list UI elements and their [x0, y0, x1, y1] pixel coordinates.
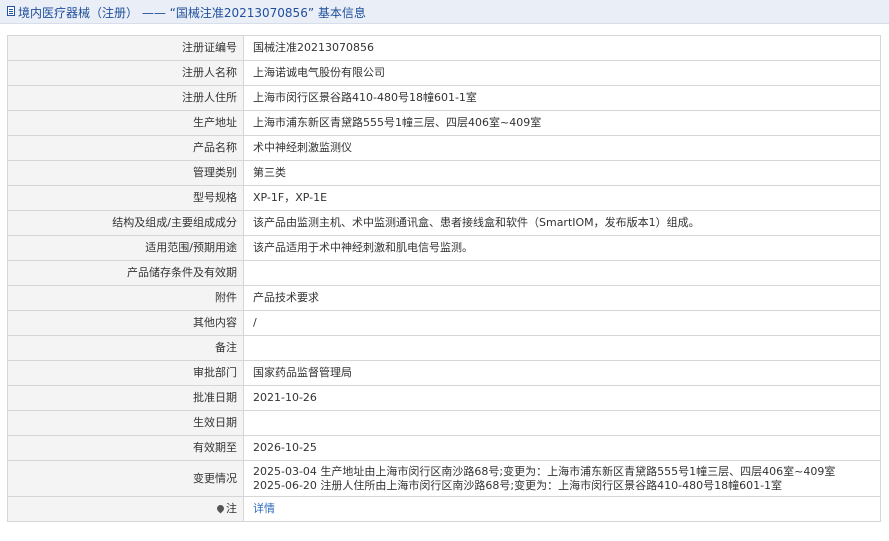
change-entry: 2025-06-20 注册人住所由上海市闵行区南沙路68号;变更为：上海市闵行区…: [253, 478, 783, 492]
field-value: 国械注准20213070856: [243, 35, 881, 61]
field-label: 产品名称: [7, 135, 244, 161]
field-value: XP-1F，XP-1E: [243, 185, 881, 211]
field-label: 产品储存条件及有效期: [7, 260, 244, 286]
table-row: 备注: [7, 335, 881, 361]
change-history-row: 变更情况 2025-03-04 生产地址由上海市闵行区南沙路68号;变更为：上海…: [7, 460, 881, 497]
table-row: 批准日期 2021-10-26: [7, 385, 881, 411]
info-table: 注册证编号 国械注准20213070856 注册人名称 上海诺诚电气股份有限公司…: [7, 35, 881, 522]
change-entry: 2025-03-04 生产地址由上海市闵行区南沙路68号;变更为：上海市浦东新区…: [253, 464, 836, 478]
table-row: 注册证编号 国械注准20213070856: [7, 35, 881, 61]
field-value: /: [243, 310, 881, 336]
field-value: [243, 260, 881, 286]
table-row: 有效期至 2026-10-25: [7, 435, 881, 461]
field-value: 该产品由监测主机、术中监测通讯盒、患者接线盒和软件（SmartIOM，发布版本1…: [243, 210, 881, 236]
table-row: 生效日期: [7, 410, 881, 436]
document-icon: [7, 6, 15, 16]
field-value: 第三类: [243, 160, 881, 186]
field-value: [243, 335, 881, 361]
page-title: 境内医疗器械（注册） —— “国械注准20213070856” 基本信息: [18, 6, 366, 20]
field-label: 备注: [7, 335, 244, 361]
field-label: 注册证编号: [7, 35, 244, 61]
field-value: 术中神经刺激监测仪: [243, 135, 881, 161]
field-label-note: 注: [7, 496, 244, 522]
field-value: 该产品适用于术中神经刺激和肌电信号监测。: [243, 235, 881, 261]
table-row: 其他内容 /: [7, 310, 881, 336]
table-row: 适用范围/预期用途 该产品适用于术中神经刺激和肌电信号监测。: [7, 235, 881, 261]
table-row: 产品储存条件及有效期: [7, 260, 881, 286]
field-label: 审批部门: [7, 360, 244, 386]
page-header: 境内医疗器械（注册） —— “国械注准20213070856” 基本信息: [0, 0, 889, 24]
table-row: 审批部门 国家药品监督管理局: [7, 360, 881, 386]
field-label: 有效期至: [7, 435, 244, 461]
field-value: 2021-10-26: [243, 385, 881, 411]
field-value: 上海诺诚电气股份有限公司: [243, 60, 881, 86]
table-row: 型号规格 XP-1F，XP-1E: [7, 185, 881, 211]
change-history-value: 2025-03-04 生产地址由上海市闵行区南沙路68号;变更为：上海市浦东新区…: [243, 460, 881, 497]
field-label: 型号规格: [7, 185, 244, 211]
field-label: 批准日期: [7, 385, 244, 411]
field-label: 其他内容: [7, 310, 244, 336]
note-row: 注 详情: [7, 496, 881, 522]
table-row: 附件 产品技术要求: [7, 285, 881, 311]
field-label: 管理类别: [7, 160, 244, 186]
field-value: 详情: [243, 496, 881, 522]
field-label: 注册人住所: [7, 85, 244, 111]
field-label: 附件: [7, 285, 244, 311]
field-value: 国家药品监督管理局: [243, 360, 881, 386]
table-row: 结构及组成/主要组成成分 该产品由监测主机、术中监测通讯盒、患者接线盒和软件（S…: [7, 210, 881, 236]
field-label: 注册人名称: [7, 60, 244, 86]
field-value: 2026-10-25: [243, 435, 881, 461]
field-label: 结构及组成/主要组成成分: [7, 210, 244, 236]
table-row: 产品名称 术中神经刺激监测仪: [7, 135, 881, 161]
note-label: 注: [226, 502, 237, 515]
field-value: 上海市浦东新区青黛路555号1幢三层、四层406室~409室: [243, 110, 881, 136]
field-value: 上海市闵行区景谷路410-480号18幢601-1室: [243, 85, 881, 111]
pin-icon: [215, 503, 226, 514]
table-row: 管理类别 第三类: [7, 160, 881, 186]
table-row: 注册人住所 上海市闵行区景谷路410-480号18幢601-1室: [7, 85, 881, 111]
field-value: 产品技术要求: [243, 285, 881, 311]
table-row: 注册人名称 上海诺诚电气股份有限公司: [7, 60, 881, 86]
details-link[interactable]: 详情: [253, 502, 275, 515]
field-label: 生效日期: [7, 410, 244, 436]
field-value: [243, 410, 881, 436]
field-label: 适用范围/预期用途: [7, 235, 244, 261]
field-label: 变更情况: [7, 460, 244, 497]
field-label: 生产地址: [7, 110, 244, 136]
table-row: 生产地址 上海市浦东新区青黛路555号1幢三层、四层406室~409室: [7, 110, 881, 136]
